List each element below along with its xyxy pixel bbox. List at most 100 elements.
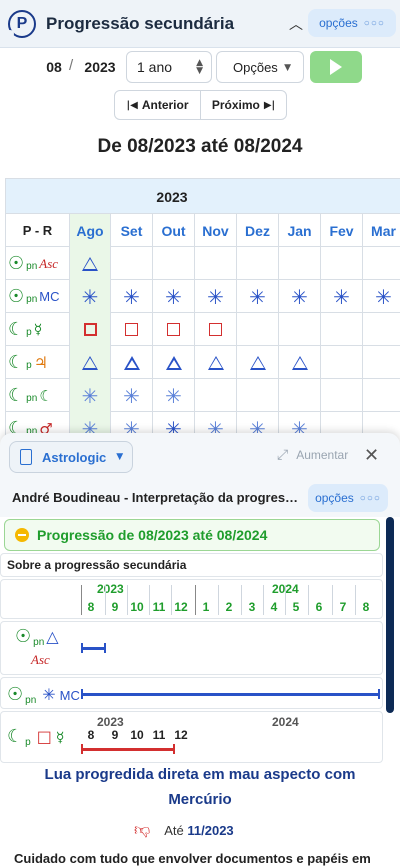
aspect-cell [363, 346, 400, 379]
aspect-cell[interactable] [237, 346, 279, 379]
aspect-cell[interactable] [111, 313, 153, 346]
aspect-subscript: p [26, 327, 32, 338]
aspect-row-sun-asc[interactable]: ☉ pn △ Asc [0, 621, 383, 675]
aspect-cell [279, 379, 321, 412]
aspect-symbols: ☉ pn ✳ MC [7, 684, 80, 706]
aspect-cell[interactable] [70, 247, 111, 280]
month-header-nov[interactable]: Nov [195, 214, 237, 247]
grid-month-header-row: P - R Ago Set Out Nov Dez Jan Fev Mar [6, 214, 400, 247]
month-header-ago[interactable]: Ago [70, 214, 111, 247]
aspect-cell[interactable] [70, 346, 111, 379]
expand-label: Aumentar [296, 448, 349, 462]
aspect-cell [363, 247, 400, 280]
aspect-subscript: p [26, 360, 32, 371]
grid-row[interactable]: ☉ pn MC ✳ ✳ ✳ ✳ ✳ ✳ ✳ ✳ [6, 280, 400, 313]
sheet-options-button[interactable]: opções ○○○ [308, 484, 388, 512]
grid-row[interactable]: ☾ p ☿ [6, 313, 400, 346]
chevron-up-icon[interactable]: ︿ [286, 14, 306, 34]
previous-button[interactable]: |◀ Anterior [115, 91, 200, 119]
aspect-cell[interactable]: ✳ [279, 280, 321, 313]
aspect-cell[interactable]: ✳ [111, 379, 153, 412]
until-value: 11/2023 [187, 822, 234, 838]
aspect-cell[interactable]: ✳ [321, 280, 363, 313]
year-input[interactable]: 2023 [78, 51, 122, 83]
more-dots-icon: ○○○ [359, 492, 381, 504]
mini-year-1: 2023 [97, 715, 124, 729]
section-heading[interactable]: Sobre a progressão secundária [0, 553, 383, 577]
aspect-cell [237, 379, 279, 412]
month-header-set[interactable]: Set [111, 214, 153, 247]
timeline-month: 4 [270, 600, 278, 614]
aspect-cell[interactable]: ✳ [70, 280, 111, 313]
month-header-mar[interactable]: Mar [363, 214, 400, 247]
month-header-jan[interactable]: Jan [279, 214, 321, 247]
month-input[interactable]: 08 [40, 51, 68, 83]
aspect-cell[interactable] [195, 346, 237, 379]
expand-button[interactable]: ⤢ Aumentar [277, 447, 348, 463]
duration-value: 1 ano [137, 59, 173, 75]
aspect-cell[interactable]: ✳ [363, 280, 400, 313]
progression-banner[interactable]: Progressão de 08/2023 até 08/2024 [4, 519, 380, 551]
aspect-duration-bar [81, 748, 174, 751]
aspect-cell[interactable] [153, 313, 195, 346]
mercury-icon: ☿ [55, 730, 65, 746]
app-logo-icon[interactable]: P [6, 9, 36, 38]
interpretation-body: Cuidado com tudo que envolver documentos… [14, 851, 371, 866]
month-header-dez[interactable]: Dez [237, 214, 279, 247]
chevron-down-icon: ▼ [116, 452, 124, 462]
aspect-duration-bar [81, 647, 105, 650]
square-icon [125, 323, 138, 336]
sextile-icon: ✳ [123, 383, 140, 408]
aspect-cell[interactable] [153, 346, 195, 379]
aspect-symbols: ☉ pn △ [15, 626, 59, 648]
aspect-cell[interactable] [195, 313, 237, 346]
close-icon[interactable]: ✕ [364, 445, 379, 466]
aspect-cell[interactable]: ✳ [195, 280, 237, 313]
aspect-cell[interactable] [279, 346, 321, 379]
sextile-icon: ✳ [165, 383, 182, 408]
aspect-symbols: ☾ p □ ☿ [7, 726, 65, 748]
document-icon [20, 449, 32, 465]
sun-icon: ☉ [8, 253, 25, 274]
timeline-month: 5 [292, 600, 300, 614]
duration-select[interactable]: 1 ano ▲ ▼ [126, 51, 212, 83]
updown-icon: ▲ ▼ [196, 58, 203, 76]
aspect-cell[interactable]: ✳ [70, 379, 111, 412]
month-header-out[interactable]: Out [153, 214, 195, 247]
timeline-month: 2 [225, 600, 233, 614]
aspect-heading: Lua progredida direta em mau aspecto com… [44, 766, 356, 808]
aspect-cell[interactable]: ✳ [111, 280, 153, 313]
timeline-month: 12 [174, 600, 188, 614]
grid-row[interactable]: ☾ pn ☾ ✳ ✳ ✳ [6, 379, 400, 412]
aspect-cell[interactable]: ✳ [153, 280, 195, 313]
collapse-minus-icon [15, 528, 29, 542]
aspect-cell[interactable] [111, 346, 153, 379]
aspect-row-moon-mercury[interactable]: ☾ p □ ☿ 2023 2024 8 9 10 11 12 [0, 711, 383, 763]
aspect-row-sun-mc[interactable]: ☉ pn ✳ MC [0, 677, 383, 709]
options-select[interactable]: Opções ▼ [216, 51, 304, 83]
next-button[interactable]: Próximo ▶| [200, 91, 286, 119]
moon-icon: ☾ [7, 726, 24, 747]
trine-icon [207, 355, 224, 370]
sun-icon: ☉ [15, 626, 32, 647]
brand-dropdown[interactable]: Astrologic ▼ [9, 441, 133, 473]
grid-row[interactable]: ☾ p ♃ [6, 346, 400, 379]
timeline-month: 8 [87, 600, 95, 614]
bar-end-tick [378, 689, 380, 699]
header-options-button[interactable]: opções ○○○ [308, 9, 396, 37]
grid-row[interactable]: ☉ pn Asc [6, 247, 400, 280]
sextile-icon: ✳ [81, 383, 99, 408]
play-button[interactable] [310, 51, 362, 83]
grid-year-label: 2023 [156, 189, 188, 205]
timeline-divider [127, 585, 128, 615]
aspect-duration-bar [81, 693, 379, 696]
sextile-icon: ✳ [42, 685, 56, 704]
trine-icon [82, 355, 98, 370]
scrollbar[interactable] [386, 517, 394, 713]
aspect-cell[interactable] [70, 313, 111, 346]
aspect-cell[interactable]: ✳ [237, 280, 279, 313]
aspect-cell[interactable]: ✳ [153, 379, 195, 412]
timeline-divider [355, 585, 356, 615]
sextile-icon: ✳ [375, 284, 392, 309]
month-header-fev[interactable]: Fev [321, 214, 363, 247]
